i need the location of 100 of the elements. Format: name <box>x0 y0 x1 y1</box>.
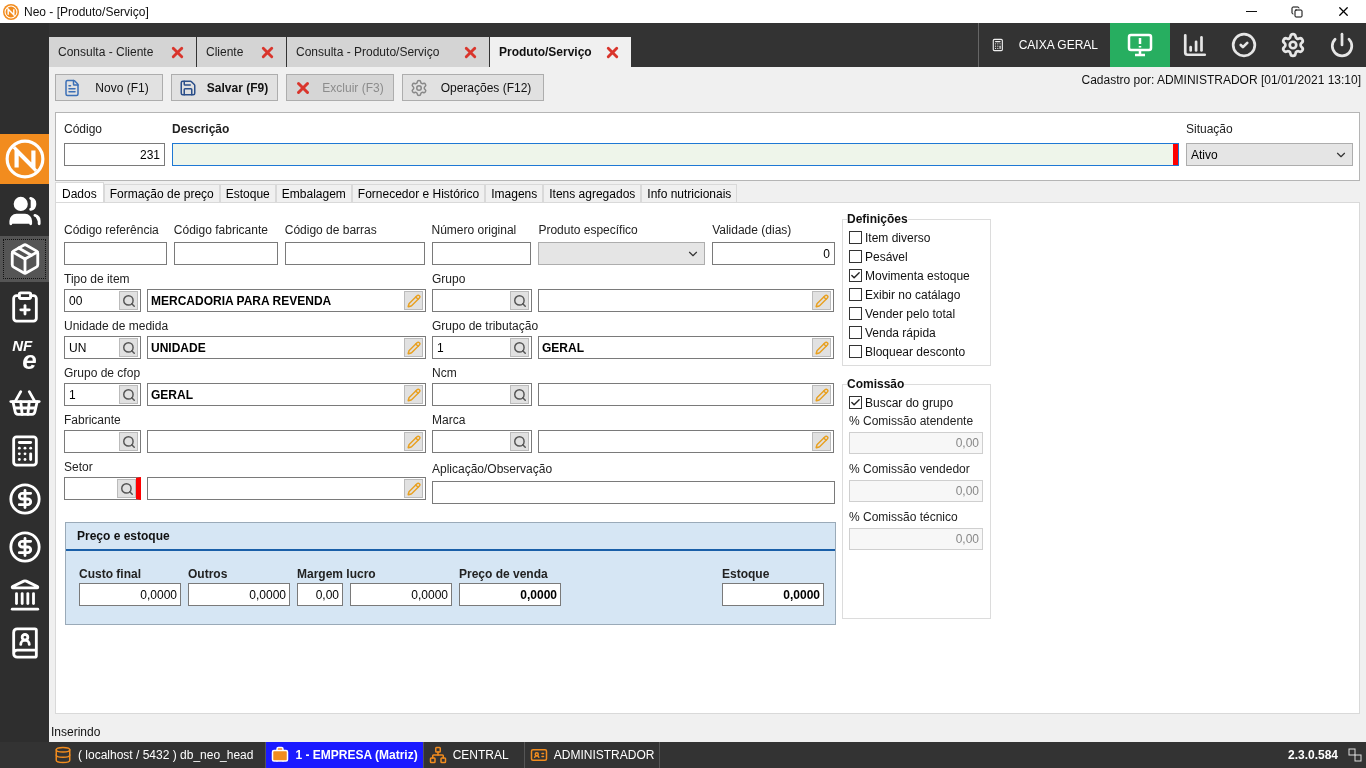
search-button[interactable] <box>510 338 529 357</box>
input-field[interactable]: 0,0000 <box>79 583 181 606</box>
document-icon <box>63 78 81 97</box>
description-field[interactable]: MERCADORIA PARA REVENDA <box>147 289 426 312</box>
description-input[interactable] <box>172 143 1179 166</box>
toolbar-button[interactable]: Novo (F1) <box>55 74 163 101</box>
search-button[interactable] <box>117 479 136 498</box>
form-tab[interactable]: Dados <box>55 182 104 202</box>
input-field[interactable]: 0,0000 <box>350 583 452 606</box>
input-field[interactable]: 0,0000 <box>722 583 824 606</box>
save-icon <box>179 78 197 97</box>
form-tab[interactable]: Estoque <box>219 184 276 202</box>
description-field[interactable] <box>538 430 834 453</box>
gear-icon <box>410 78 428 97</box>
code-field[interactable] <box>64 477 141 500</box>
toolbar-button[interactable]: Operações (F12) <box>402 74 544 101</box>
code-field[interactable]: 00 <box>64 289 141 312</box>
status-text: Inserindo <box>51 724 101 741</box>
power-icon <box>1328 32 1355 58</box>
sidebar-item[interactable]: NFe <box>0 332 49 378</box>
pencil-icon <box>406 434 421 449</box>
field-label: Descrição <box>172 122 231 136</box>
input-field[interactable]: 0 <box>712 242 835 265</box>
input-field[interactable]: 0,0000 <box>459 583 561 606</box>
search-button[interactable] <box>510 432 529 451</box>
bar-chart-icon <box>1181 32 1208 58</box>
input-field[interactable] <box>64 242 167 265</box>
input-field[interactable] <box>432 481 835 504</box>
status-select[interactable]: Ativo <box>1186 143 1353 166</box>
input-field[interactable]: 0,00 <box>297 583 343 606</box>
form-tab[interactable]: Info nutricionais <box>641 184 738 202</box>
checkbox-label: Bloquear desconto <box>865 343 966 361</box>
field-label: % Comissão vendedor <box>849 462 971 476</box>
checkbox[interactable] <box>849 307 862 320</box>
search-icon <box>121 293 136 308</box>
field-label: % Comissão atendente <box>849 414 975 428</box>
status-segment: 1 - EMPRESA (Matriz) <box>266 742 424 768</box>
field-label: Grupo de tributação <box>432 319 540 333</box>
search-button[interactable] <box>119 385 138 404</box>
checkbox[interactable] <box>849 288 862 301</box>
code-field[interactable]: 1 <box>64 383 141 406</box>
form-tab[interactable]: Formação de preço <box>103 184 220 202</box>
input-field[interactable] <box>173 242 278 265</box>
form-tab[interactable]: Embalagem <box>275 184 352 202</box>
search-button[interactable] <box>119 432 138 451</box>
description-field[interactable] <box>147 477 426 500</box>
code-field[interactable] <box>432 289 532 312</box>
code-field[interactable]: UN <box>64 336 141 359</box>
form-tab[interactable]: Itens agregados <box>543 184 642 202</box>
checkbox[interactable] <box>849 269 862 282</box>
search-icon <box>512 434 527 449</box>
form-tab[interactable]: Imagens <box>485 184 544 202</box>
search-button[interactable] <box>510 385 529 404</box>
search-button[interactable] <box>119 338 138 357</box>
settings-icon <box>1279 32 1306 58</box>
input-field[interactable]: 0,0000 <box>188 583 290 606</box>
checkbox[interactable] <box>849 396 862 409</box>
document-tab[interactable]: Produto/Serviço <box>490 37 631 67</box>
field-label: Tipo de item <box>64 272 131 286</box>
group-title: Definições <box>847 211 908 228</box>
description-field[interactable]: GERAL <box>147 383 426 406</box>
sidebar-item[interactable] <box>0 236 49 282</box>
field-label: Aplicação/Observação <box>432 462 554 476</box>
field-label: Preço de venda <box>459 567 549 581</box>
description-field[interactable]: GERAL <box>538 336 834 359</box>
input-field[interactable]: 231 <box>64 143 165 166</box>
checkbox-label: Venda rápida <box>865 324 936 342</box>
input-field[interactable] <box>284 242 425 265</box>
field-label: Custo final <box>79 567 142 581</box>
document-tab[interactable]: Consulta - Produto/Serviço <box>287 37 489 67</box>
document-tab[interactable]: Cliente <box>197 37 286 67</box>
description-field[interactable] <box>538 383 834 406</box>
code-field[interactable] <box>432 383 532 406</box>
checkbox[interactable] <box>849 345 862 358</box>
resize-grip-icon <box>1348 748 1362 762</box>
code-field[interactable]: 1 <box>432 336 532 359</box>
checkbox-label: Vender pelo total <box>865 305 956 323</box>
search-icon <box>512 293 527 308</box>
checkbox[interactable] <box>849 250 862 263</box>
field-label: Número original <box>431 223 518 237</box>
id-badge-icon <box>529 746 548 764</box>
input-field[interactable] <box>431 242 532 265</box>
form-tab[interactable]: Fornecedor e Histórico <box>351 184 486 202</box>
checkbox-label: Exibir no catálago <box>865 286 961 304</box>
search-button[interactable] <box>119 291 138 310</box>
description-field[interactable]: UNIDADE <box>147 336 426 359</box>
code-field[interactable] <box>432 430 532 453</box>
search-icon <box>121 434 136 449</box>
logo-icon <box>3 138 46 180</box>
toolbar-button[interactable]: Salvar (F9) <box>171 74 278 101</box>
database-icon <box>54 746 72 764</box>
description-field[interactable] <box>538 289 834 312</box>
checkbox[interactable] <box>849 326 862 339</box>
checkbox[interactable] <box>849 231 862 244</box>
search-button[interactable] <box>510 291 529 310</box>
code-field[interactable] <box>64 430 141 453</box>
nfe-logo: NFe <box>12 337 37 373</box>
field-label: Ncm <box>432 366 458 380</box>
document-tab[interactable]: Consulta - Cliente <box>49 37 196 67</box>
description-field[interactable] <box>147 430 426 453</box>
